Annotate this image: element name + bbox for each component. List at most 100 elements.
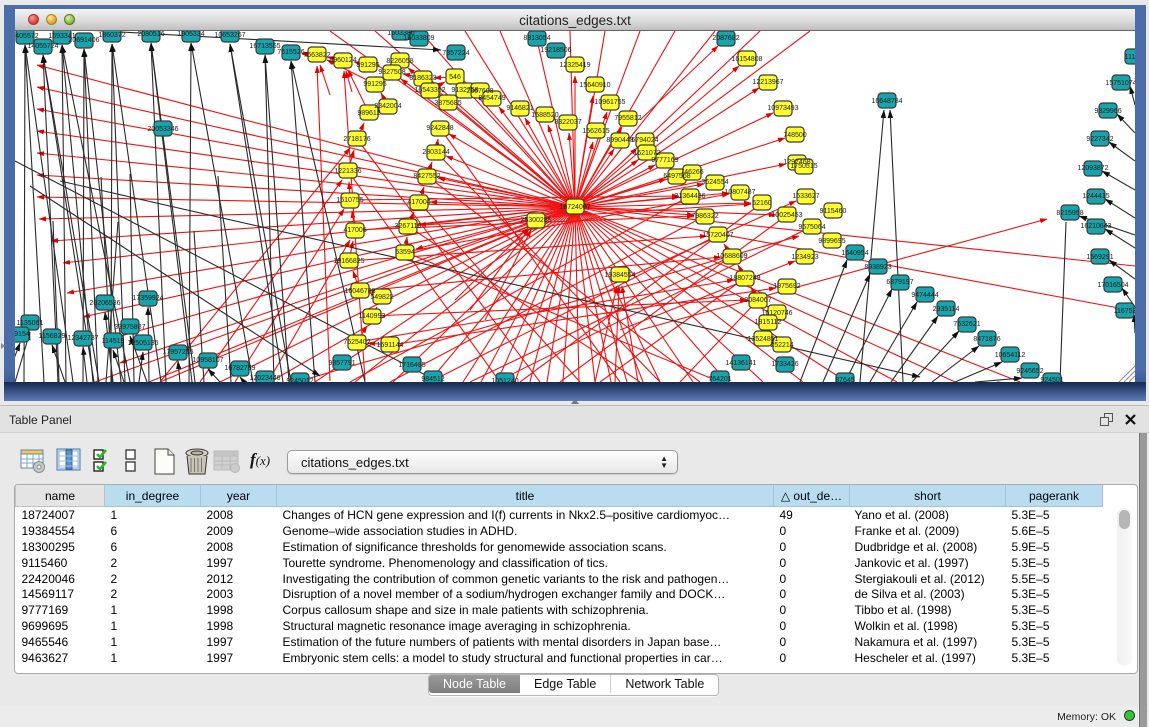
svg-text:10654112: 10654112 [995,352,1026,359]
svg-text:2718176: 2718176 [343,136,370,143]
svg-text:417006: 417006 [343,227,366,234]
svg-text:10961755: 10961755 [594,99,625,106]
svg-text:1140993: 1140993 [359,313,386,320]
svg-text:2803144: 2803144 [422,149,449,156]
svg-text:1733426: 1733426 [771,361,798,368]
svg-text:17016504: 17016504 [1097,282,1128,289]
svg-text:417004: 417004 [407,199,430,206]
svg-text:114519: 114519 [102,338,125,345]
svg-text:1221336: 1221336 [334,168,361,175]
svg-text:9242848: 9242848 [426,125,453,132]
svg-text:18724007: 18724007 [559,204,590,211]
svg-text:8990448: 8990448 [606,137,633,144]
svg-text:746266: 746266 [680,169,703,176]
svg-text:1156829: 1156829 [39,333,66,340]
svg-text:1750515: 1750515 [790,163,817,170]
svg-text:7515526: 7515526 [277,49,304,56]
svg-text:8938923: 8938923 [864,264,891,271]
svg-text:9777169: 9777169 [651,157,678,164]
svg-text:39154: 39154 [15,331,30,338]
svg-text:1135061: 1135061 [17,320,44,327]
svg-text:10807487: 10807487 [724,189,755,196]
svg-text:2342004: 2342004 [374,103,401,110]
svg-text:9474444: 9474444 [911,292,938,299]
svg-text:1860372: 1860372 [98,32,125,39]
svg-text:9327508: 9327508 [378,69,405,76]
svg-text:1905334: 1905334 [177,31,204,38]
svg-text:16713555: 16713555 [249,43,280,50]
svg-text:748500: 748500 [783,132,806,139]
svg-text:15751074: 15751074 [1105,80,1135,87]
svg-text:20206536: 20206536 [89,300,120,307]
svg-text:9227342: 9227342 [1086,136,1113,143]
svg-text:12093872: 12093872 [1077,165,1108,172]
svg-text:16033809: 16033809 [403,35,434,42]
svg-text:9575064: 9575064 [798,224,825,231]
svg-text:8215958: 8215958 [1056,210,1083,217]
svg-text:1569291: 1569291 [1086,254,1113,261]
svg-text:7986322: 7986322 [691,213,718,220]
svg-text:1691144: 1691144 [377,342,404,349]
svg-text:11170: 11170 [1125,54,1135,61]
svg-text:7632621: 7632621 [953,321,980,328]
svg-text:3875685: 3875685 [434,100,461,107]
svg-text:1815112: 1815112 [755,319,782,326]
svg-text:14136141: 14136141 [725,360,756,367]
svg-text:2405572: 2405572 [15,33,39,40]
svg-text:1588520: 1588520 [531,112,558,119]
svg-text:12325419: 12325419 [559,62,590,69]
svg-text:989612: 989612 [357,110,380,117]
svg-text:15720407: 15720407 [702,232,733,239]
svg-text:16154808: 16154808 [731,56,762,63]
svg-text:8186323: 8186323 [409,75,436,82]
svg-text:7955812: 7955812 [614,115,641,122]
svg-text:8813054: 8813054 [523,35,550,42]
svg-text:546: 546 [449,74,461,81]
svg-text:7663822: 7663822 [303,52,330,59]
svg-text:9245652: 9245652 [1016,368,1043,375]
svg-text:1610755: 1610755 [336,197,363,204]
svg-text:3267110: 3267110 [395,223,422,230]
svg-text:1975692: 1975692 [773,283,800,290]
svg-text:7625402: 7625402 [343,339,370,346]
svg-text:8427552: 8427552 [413,173,440,180]
svg-text:19384554: 19384554 [604,272,635,279]
svg-text:8471876: 8471876 [973,336,1000,343]
svg-text:116753: 116753 [1114,308,1135,315]
svg-text:19166825: 19166825 [333,258,364,265]
svg-text:10973493: 10973493 [767,105,798,112]
svg-text:7357224: 7357224 [442,50,469,57]
svg-text:6794024: 6794024 [631,137,658,144]
svg-text:8454749: 8454749 [478,95,505,102]
svg-text:549822: 549822 [370,294,393,301]
svg-text:891295: 891295 [356,62,379,69]
svg-text:33975887: 33975887 [114,324,145,331]
svg-text:1234923: 1234923 [791,254,818,261]
svg-text:6879197: 6879197 [886,279,913,286]
svg-text:10025453: 10025453 [771,212,802,219]
svg-text:9899695: 9899695 [818,238,845,245]
svg-text:1640954: 1640954 [841,250,868,257]
svg-text:9146821: 9146821 [506,105,533,112]
svg-text:2087682: 2087682 [712,35,739,42]
svg-text:16782759: 16782759 [224,365,255,372]
svg-text:9115460: 9115460 [820,208,847,215]
svg-text:15640910: 15640910 [579,82,610,89]
svg-text:1562615: 1562615 [582,128,609,135]
svg-text:62160: 62160 [752,200,772,207]
svg-text:1244415: 1244415 [1082,193,1109,200]
svg-text:17359924: 17359924 [132,295,163,302]
svg-text:14055724: 14055724 [27,43,58,50]
svg-text:9857791: 9857791 [328,360,355,367]
svg-text:12505135: 12505135 [127,340,158,347]
svg-text:8322037: 8322037 [554,119,581,126]
svg-text:16120746: 16120746 [761,310,792,317]
svg-text:12023446: 12023446 [249,375,280,382]
svg-text:2935114: 2935114 [933,306,960,313]
svg-text:19218506: 19218506 [540,47,571,54]
svg-text:3624554: 3624554 [701,179,728,186]
svg-text:1621072: 1621072 [633,150,660,157]
svg-text:9329966: 9329966 [1094,108,1121,115]
svg-text:20691406: 20691406 [68,37,99,44]
svg-text:1716485: 1716485 [398,362,425,369]
